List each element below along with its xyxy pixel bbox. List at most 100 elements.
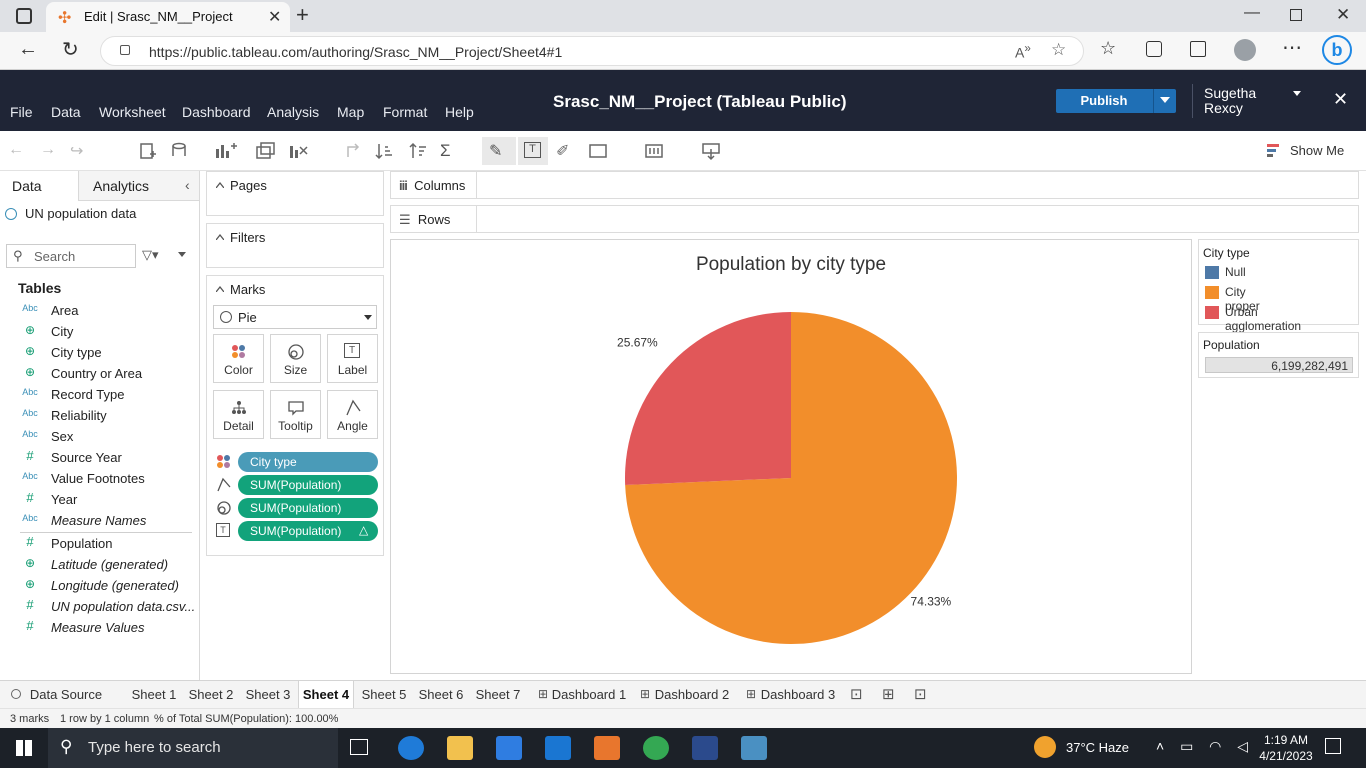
favorites-icon[interactable]: ☆ <box>1100 38 1116 59</box>
new-story-icon[interactable]: ⊡ <box>914 685 927 703</box>
close-tab-icon[interactable]: ✕ <box>268 7 281 27</box>
tab-actions-icon[interactable] <box>16 8 32 24</box>
collections-icon[interactable] <box>1146 41 1162 57</box>
app-icon[interactable] <box>692 736 718 760</box>
detail-button[interactable]: Detail <box>213 390 264 439</box>
tab-sheet-3[interactable]: Sheet 3 <box>242 681 294 708</box>
read-aloud-icon[interactable]: A» <box>1015 42 1031 61</box>
sort-ascending-icon[interactable] <box>374 141 396 161</box>
more-options-icon[interactable]: ⋯ <box>1282 35 1302 60</box>
browser-tab[interactable]: ✣ Edit | Srasc_NM__Project ✕ <box>46 2 290 32</box>
field-item[interactable]: ⊕ Latitude (generated) <box>0 554 199 575</box>
fit-icon[interactable] <box>588 141 610 161</box>
view-canvas[interactable]: Population by city type 74.33% 25.67% <box>390 239 1192 674</box>
field-item[interactable]: Abc Value Footnotes <box>0 468 199 489</box>
tab-sheet-4[interactable]: Sheet 4 <box>298 681 354 708</box>
size-button[interactable]: Size <box>270 334 321 383</box>
swap-rows-columns-icon[interactable] <box>344 141 366 161</box>
notifications-icon[interactable] <box>1325 738 1341 754</box>
close-window-icon[interactable]: ✕ <box>1336 5 1350 25</box>
collapse-pane-icon[interactable]: ‹ <box>185 177 190 193</box>
lock-icon[interactable] <box>120 45 130 55</box>
extensions-icon[interactable] <box>1190 41 1206 57</box>
mail-icon[interactable] <box>545 736 571 760</box>
tooltip-button[interactable]: Tooltip <box>270 390 321 439</box>
field-item[interactable]: # Source Year <box>0 447 199 468</box>
collapse-caret-icon[interactable] <box>216 286 224 292</box>
field-item[interactable]: # Measure Values <box>0 617 199 638</box>
tab-dashboard-1[interactable]: ⊞ Dashboard 1 <box>534 681 628 708</box>
tab-analytics[interactable]: Analytics ‹ <box>78 171 199 201</box>
field-item[interactable]: ⊕ City type <box>0 342 199 363</box>
close-editor-icon[interactable]: ✕ <box>1333 89 1348 110</box>
user-menu-chevron-icon[interactable] <box>1293 91 1301 96</box>
size-legend-bar[interactable]: 6,199,282,491 <box>1205 357 1353 373</box>
system-clock[interactable]: 1:19 AM 4/21/2023 <box>1256 732 1316 764</box>
menu-analysis[interactable]: Analysis <box>267 104 319 120</box>
color-button[interactable]: Color <box>213 334 264 383</box>
clear-sheet-icon[interactable] <box>288 141 310 161</box>
menu-help[interactable]: Help <box>445 104 474 120</box>
field-item[interactable]: # Year <box>0 489 199 510</box>
show-labels-button[interactable]: T <box>518 137 548 165</box>
duplicate-sheet-icon[interactable] <box>254 141 276 161</box>
restore-icon[interactable] <box>1290 9 1302 21</box>
collapse-caret-icon[interactable] <box>216 234 224 240</box>
refresh-icon[interactable]: ↻ <box>62 37 79 62</box>
collapse-caret-icon[interactable] <box>216 182 224 188</box>
add-favorite-icon[interactable]: ☆ <box>1051 40 1066 60</box>
new-tab-icon[interactable]: + <box>296 2 309 28</box>
replay-icon[interactable]: ↪ <box>70 141 92 161</box>
undo-icon[interactable]: ← <box>8 141 30 161</box>
field-item[interactable]: ⊕ Longitude (generated) <box>0 575 199 596</box>
publish-options-button[interactable] <box>1153 89 1176 113</box>
user-name[interactable]: Sugetha Rexcy <box>1204 86 1284 116</box>
format-workbook-icon[interactable]: ✐ <box>556 141 578 161</box>
field-item[interactable]: # Population <box>0 533 199 554</box>
sort-descending-icon[interactable] <box>408 141 430 161</box>
redo-icon[interactable]: → <box>40 141 62 161</box>
menu-format[interactable]: Format <box>383 104 427 120</box>
tab-data[interactable]: Data <box>0 171 78 201</box>
field-item[interactable]: # UN population data.csv... <box>0 596 199 617</box>
population-label-pill[interactable]: SUM(Population) △ <box>238 521 378 541</box>
population-angle-pill[interactable]: SUM(Population) <box>238 475 378 495</box>
menu-map[interactable]: Map <box>337 104 364 120</box>
tab-sheet-5[interactable]: Sheet 5 <box>358 681 410 708</box>
task-view-icon[interactable] <box>350 739 368 755</box>
profile-avatar[interactable] <box>1234 39 1256 61</box>
presentation-mode-icon[interactable] <box>644 141 666 161</box>
new-worksheet-icon[interactable] <box>214 141 237 161</box>
highlight-button[interactable]: ✎ <box>482 137 516 165</box>
show-me-icon[interactable] <box>1266 143 1282 159</box>
rows-shelf[interactable]: ☰ Rows <box>390 205 1359 233</box>
back-icon[interactable]: ← <box>18 38 38 61</box>
field-item[interactable]: Abc Reliability <box>0 405 199 426</box>
mark-type-select[interactable]: Pie <box>213 305 377 329</box>
windows-search-box[interactable]: ⚲ Type here to search <box>48 728 338 768</box>
media-player-icon[interactable] <box>594 736 620 760</box>
tab-sheet-6[interactable]: Sheet 6 <box>415 681 467 708</box>
tab-dashboard-3[interactable]: ⊞ Dashboard 3 <box>742 681 838 708</box>
edge-icon[interactable] <box>398 736 424 760</box>
new-data-source-icon[interactable] <box>138 141 160 161</box>
menu-worksheet[interactable]: Worksheet <box>99 104 166 120</box>
field-item[interactable]: Abc Sex <box>0 426 199 447</box>
field-item[interactable]: Abc Area <box>0 300 199 321</box>
minimize-icon[interactable]: — <box>1244 4 1260 22</box>
microsoft-store-icon[interactable] <box>496 736 522 760</box>
field-item[interactable]: Abc Record Type <box>0 384 199 405</box>
angle-button[interactable]: Angle <box>327 390 378 439</box>
tab-sheet-2[interactable]: Sheet 2 <box>185 681 237 708</box>
filter-fields-icon[interactable]: ▽▾ <box>142 247 159 263</box>
tableau-app-icon[interactable] <box>741 736 767 760</box>
menu-dashboard[interactable]: Dashboard <box>182 104 251 120</box>
city-type-color-pill[interactable]: City type <box>238 452 378 472</box>
field-item[interactable]: ⊕ Country or Area <box>0 363 199 384</box>
columns-shelf[interactable]: iii Columns <box>390 171 1359 199</box>
field-item[interactable]: ⊕ City <box>0 321 199 342</box>
pie-chart[interactable]: 74.33% 25.67% <box>391 240 1191 673</box>
system-tray-icons[interactable]: ˄ ▭ ◠ ◁ <box>1156 738 1254 755</box>
search-input[interactable]: ⚲ Search <box>6 244 136 268</box>
totals-icon[interactable]: Σ <box>440 141 462 161</box>
